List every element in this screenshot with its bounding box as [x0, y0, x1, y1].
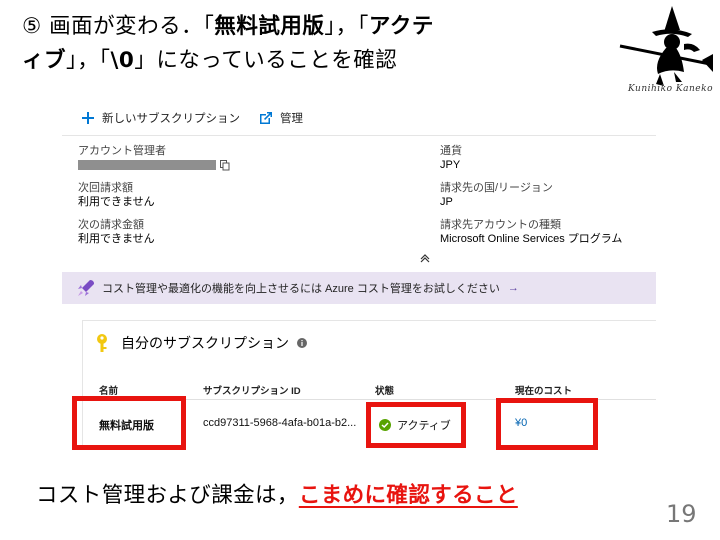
new-subscription-button[interactable]: 新しいサブスクリプション	[80, 108, 240, 128]
title-text: ⑤ 画面が変わる．「	[22, 14, 215, 39]
next-bill-label: 次回請求額	[78, 182, 133, 194]
signature: Kunihiko Kaneko	[628, 84, 713, 94]
column-header-status[interactable]: 状態	[375, 383, 394, 397]
plus-icon	[82, 112, 94, 124]
currency-field: 通貨 JPY	[440, 144, 462, 172]
banner-text: コスト管理や最適化の機能を向上させるには Azure コスト管理をお試しください	[102, 283, 500, 295]
account-admin-field: アカウント管理者	[78, 144, 230, 172]
currency-value: JPY	[440, 159, 461, 171]
manage-label: 管理	[280, 113, 303, 125]
title-bold-active-cont: ィブ	[22, 48, 67, 73]
collapse-chevron-icon[interactable]	[420, 253, 430, 263]
redacted-email	[78, 160, 216, 171]
toolbar: 新しいサブスクリプション 管理	[62, 100, 656, 136]
billing-account-type-value: Microsoft Online Services プログラム	[440, 233, 623, 245]
title-text: 」，「	[66, 48, 111, 73]
footer-text: コスト管理および課金は，	[36, 483, 299, 508]
external-link-icon	[260, 112, 272, 124]
subscription-id-cell: ccd97311-5968-4afa-b01a-b2...	[203, 417, 357, 429]
column-header-current-cost[interactable]: 現在のコスト	[515, 383, 572, 397]
title-text: 」になっていることを確認	[134, 48, 398, 73]
next-charge-label: 次の請求金額	[78, 219, 144, 231]
manage-button[interactable]: 管理	[258, 108, 303, 128]
bill-to-country-label: 請求先の国/リージョン	[440, 182, 553, 194]
billing-account-type-field: 請求先アカウントの種類 Microsoft Online Services プロ…	[440, 218, 622, 246]
column-header-name[interactable]: 名前	[99, 383, 118, 397]
cost-management-banner[interactable]: コスト管理や最適化の機能を向上させるには Azure コスト管理をお試しください…	[62, 272, 656, 304]
title-bold-zero: \0	[110, 48, 135, 73]
highlight-zero-cost	[496, 398, 598, 450]
currency-label: 通貨	[440, 145, 462, 157]
title-bold-free-trial: 無料試用版	[214, 14, 325, 39]
panel-header: 自分のサブスクリプション	[95, 333, 307, 353]
info-icon[interactable]	[297, 338, 307, 348]
footer-emphasis: こまめに確認すること	[298, 483, 518, 508]
title-bold-active: アクテ	[368, 14, 434, 39]
panel-title: 自分のサブスクリプション	[121, 335, 289, 351]
footer-note: コスト管理および課金は，こまめに確認すること	[36, 478, 518, 509]
page-number: 19	[666, 500, 697, 528]
account-admin-label: アカウント管理者	[78, 145, 166, 157]
rocket-icon	[78, 280, 94, 296]
highlight-active	[366, 402, 466, 448]
next-charge-value: 利用できません	[78, 233, 155, 245]
highlight-free-trial	[72, 396, 186, 450]
next-bill-value: 利用できません	[78, 196, 155, 208]
column-header-subscription-id[interactable]: サブスクリプション ID	[203, 383, 301, 397]
key-icon	[97, 334, 107, 352]
billing-account-type-label: 請求先アカウントの種類	[440, 219, 561, 231]
bill-to-country-value: JP	[440, 196, 453, 208]
bill-to-country-field: 請求先の国/リージョン JP	[440, 181, 553, 209]
banner-arrow-icon: →	[507, 282, 519, 294]
copy-icon[interactable]	[220, 159, 230, 171]
new-subscription-label: 新しいサブスクリプション	[102, 113, 240, 125]
next-charge-field: 次の請求金額 利用できません	[78, 218, 155, 246]
account-admin-value	[78, 158, 230, 172]
title-text: 」，「	[324, 14, 369, 39]
next-bill-field: 次回請求額 利用できません	[78, 181, 155, 209]
slide-title: ⑤ 画面が変わる．「無料試用版」，「アクテ ィブ」，「\0」になっていることを確…	[22, 10, 612, 78]
